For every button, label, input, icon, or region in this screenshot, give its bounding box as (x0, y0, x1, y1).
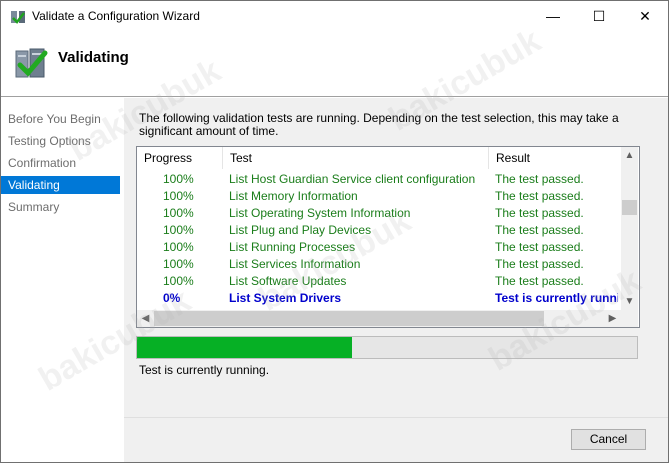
row-test: List Running Processes (229, 240, 356, 254)
scrollbar-corner (621, 310, 638, 327)
row-progress: 100% (163, 172, 194, 186)
scroll-up-arrow-icon[interactable]: ▲ (621, 147, 638, 164)
row-progress: 100% (163, 240, 194, 254)
wizard-window: Validate a Configuration Wizard — ☐ ✕ Va… (0, 0, 669, 463)
test-list[interactable]: Progress Test Result 100% List Host Guar… (136, 146, 640, 328)
table-row[interactable]: 100% List Plug and Play Devices The test… (137, 222, 620, 239)
page-title: Validating (58, 49, 129, 66)
table-row[interactable]: 100% List Running Processes The test pas… (137, 239, 620, 256)
horizontal-scroll-thumb[interactable] (154, 311, 544, 326)
row-test: List Services Information (229, 257, 361, 271)
row-result: The test passed. (495, 223, 584, 237)
description-text: The following validation tests are runni… (139, 111, 619, 138)
row-test: List Operating System Information (229, 206, 411, 220)
row-result: The test passed. (495, 172, 584, 186)
column-header-test[interactable]: Test (223, 147, 489, 169)
row-result: The test passed. (495, 240, 584, 254)
cluster-app-icon (11, 11, 25, 24)
row-test: List Host Guardian Service client config… (229, 172, 476, 186)
row-progress: 100% (163, 223, 194, 237)
validate-cluster-icon (15, 48, 48, 78)
nav-item-testing-options[interactable]: Testing Options (1, 132, 120, 150)
maximize-button[interactable]: ☐ (576, 1, 622, 31)
row-result: Test is currently running (495, 291, 618, 305)
progress-fill (137, 337, 352, 358)
close-button[interactable]: ✕ (622, 1, 668, 31)
scroll-right-arrow-icon[interactable]: ▶ (604, 310, 621, 327)
title-bar[interactable]: Validate a Configuration Wizard — ☐ ✕ (1, 1, 668, 31)
row-result: The test passed. (495, 189, 584, 203)
row-progress: 100% (163, 189, 194, 203)
main-content: The following validation tests are runni… (124, 98, 668, 462)
row-progress: 100% (163, 274, 194, 288)
vertical-scrollbar[interactable]: ▲ ▼ (621, 147, 638, 310)
table-row[interactable]: 100% List Operating System Information T… (137, 205, 620, 222)
column-header-progress[interactable]: Progress (137, 147, 223, 169)
minimize-button[interactable]: — (530, 1, 576, 31)
wizard-steps-nav: Before You Begin Testing Options Confirm… (1, 98, 123, 462)
wizard-header: Validating (1, 31, 668, 95)
row-progress: 100% (163, 257, 194, 271)
row-progress: 100% (163, 206, 194, 220)
row-test: List Memory Information (229, 189, 358, 203)
vertical-scroll-thumb[interactable] (622, 200, 637, 215)
window-title: Validate a Configuration Wizard (32, 9, 200, 23)
row-result: The test passed. (495, 206, 584, 220)
horizontal-scrollbar[interactable]: ◀ ▶ (137, 310, 621, 327)
header-divider (1, 96, 668, 97)
column-header-result[interactable]: Result (489, 147, 621, 169)
row-test: List Software Updates (229, 274, 347, 288)
table-row[interactable]: 100% List Memory Information The test pa… (137, 188, 620, 205)
nav-item-validating[interactable]: Validating (1, 176, 120, 194)
row-result: The test passed. (495, 257, 584, 271)
footer-divider (124, 417, 668, 418)
cancel-button[interactable]: Cancel (571, 429, 646, 450)
nav-item-before-you-begin[interactable]: Before You Begin (1, 110, 120, 128)
table-row[interactable]: 100% List Services Information The test … (137, 256, 620, 273)
scroll-left-arrow-icon[interactable]: ◀ (137, 310, 154, 327)
row-test: List Plug and Play Devices (229, 223, 372, 237)
nav-item-confirmation[interactable]: Confirmation (1, 154, 120, 172)
table-row[interactable]: 100% List Host Guardian Service client c… (137, 171, 620, 188)
nav-item-summary[interactable]: Summary (1, 198, 120, 216)
overall-progress-bar (136, 336, 638, 359)
row-result: The test passed. (495, 274, 584, 288)
status-text: Test is currently running. (139, 363, 270, 377)
scroll-down-arrow-icon[interactable]: ▼ (621, 293, 638, 310)
row-progress: 0% (163, 291, 181, 305)
row-test: List System Drivers (229, 291, 342, 305)
table-row-running[interactable]: 0% List System Drivers Test is currently… (137, 290, 620, 307)
table-row[interactable]: 100% List Software Updates The test pass… (137, 273, 620, 290)
